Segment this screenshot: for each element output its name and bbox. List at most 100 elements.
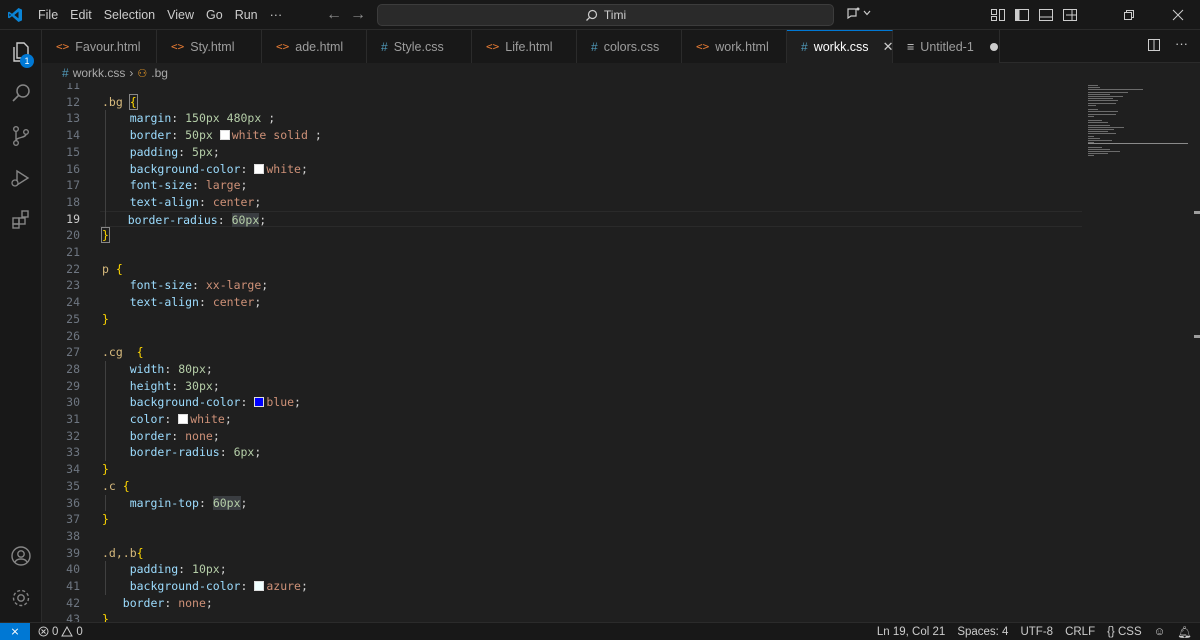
scrollbar-marker[interactable] bbox=[1194, 211, 1200, 214]
code-line[interactable]: .d,.b{ bbox=[102, 545, 144, 562]
tab-favour-html[interactable]: <> Favour.html bbox=[42, 30, 157, 63]
tab-life-html[interactable]: <> Life.html bbox=[472, 30, 577, 63]
run-debug-icon[interactable] bbox=[0, 158, 42, 198]
line-number: 18 bbox=[66, 194, 80, 209]
remote-indicator-icon[interactable]: ⨯ bbox=[0, 622, 30, 640]
back-arrow-icon[interactable]: ← bbox=[326, 6, 342, 24]
code-line[interactable]: border: none; bbox=[102, 595, 213, 612]
code-line[interactable]: padding: 5px; bbox=[102, 144, 220, 161]
code-line[interactable]: border-radius: 60px; bbox=[100, 210, 1082, 228]
language-mode[interactable]: {} CSS bbox=[1107, 626, 1142, 638]
close-tab-icon[interactable]: ✕ bbox=[883, 39, 894, 55]
code-line[interactable]: } bbox=[102, 311, 109, 328]
code-line[interactable]: font-size: xx-large; bbox=[102, 277, 269, 294]
code-line[interactable]: height: 30px; bbox=[102, 378, 220, 395]
tab-style-css[interactable]: # Style.css bbox=[367, 30, 472, 63]
color-swatch[interactable] bbox=[254, 163, 265, 174]
minimap[interactable] bbox=[1088, 83, 1200, 622]
code-line[interactable]: text-align: center; bbox=[102, 194, 262, 211]
code-token: : bbox=[240, 161, 255, 176]
menu-file[interactable]: File bbox=[32, 0, 64, 30]
code-line[interactable]: width: 80px; bbox=[102, 361, 213, 378]
minimap-line bbox=[1088, 151, 1120, 152]
tab-sty-html[interactable]: <> Sty.html bbox=[157, 30, 262, 63]
minimap-line bbox=[1088, 135, 1094, 137]
color-swatch[interactable] bbox=[254, 581, 265, 591]
color-swatch[interactable] bbox=[178, 414, 189, 424]
code-token: text-align bbox=[129, 194, 199, 209]
code-line[interactable]: background-color: blue; bbox=[102, 394, 301, 411]
code-line[interactable]: border-radius: 6px; bbox=[102, 444, 262, 461]
color-swatch[interactable] bbox=[219, 130, 230, 141]
copilot-status-icon[interactable]: ☺ bbox=[1154, 626, 1166, 638]
manage-gear-icon[interactable] bbox=[0, 578, 42, 618]
encoding[interactable]: UTF-8 bbox=[1020, 626, 1053, 638]
minimap-line bbox=[1088, 89, 1143, 91]
code-line[interactable]: } bbox=[102, 611, 109, 622]
close-window-icon[interactable] bbox=[1156, 0, 1200, 30]
extensions-icon[interactable] bbox=[0, 200, 42, 240]
more-actions-icon[interactable]: ··· bbox=[1175, 37, 1188, 52]
menu-more[interactable]: ··· bbox=[264, 0, 289, 30]
code-line[interactable]: margin: 150px 480px ; bbox=[102, 110, 275, 127]
code-line[interactable]: border: none; bbox=[102, 428, 220, 445]
tab-work-html[interactable]: <> work.html bbox=[682, 30, 787, 63]
code-line[interactable]: p { bbox=[102, 261, 123, 278]
code-line[interactable]: margin-top: 60px; bbox=[102, 495, 247, 512]
code-line[interactable]: .bg { bbox=[102, 93, 138, 111]
explorer-icon[interactable]: 1 bbox=[0, 32, 42, 72]
code-line[interactable]: } bbox=[102, 461, 109, 478]
minimap-line bbox=[1088, 91, 1128, 93]
split-editor-icon[interactable] bbox=[1147, 38, 1161, 52]
search-sidebar-icon[interactable] bbox=[0, 74, 42, 114]
line-number: 22 bbox=[66, 261, 80, 276]
menu-edit[interactable]: Edit bbox=[64, 0, 98, 30]
code-line[interactable]: } bbox=[101, 227, 110, 244]
code-line[interactable]: text-align: center; bbox=[102, 294, 262, 311]
code-token: 50px bbox=[185, 128, 220, 143]
command-center-search[interactable]: Timi bbox=[377, 4, 834, 26]
indentation[interactable]: Spaces: 4 bbox=[957, 626, 1008, 638]
menu-view[interactable]: View bbox=[161, 0, 200, 30]
minimize-icon[interactable] bbox=[1052, 0, 1090, 30]
color-swatch[interactable] bbox=[254, 397, 265, 408]
code-editor[interactable]: 11 12 13 14 15 16 17 18 19 20 21 22 23 24 25 26 27 28 29 30… bbox=[42, 83, 1200, 622]
code-line[interactable]: background-color: white; bbox=[102, 161, 308, 178]
code-line[interactable]: color: white; bbox=[102, 411, 232, 428]
code-line[interactable]: padding: 10px; bbox=[102, 561, 227, 578]
code-line[interactable]: } bbox=[102, 511, 109, 528]
tab-workk-css[interactable]: # workk.css ✕ bbox=[787, 30, 893, 63]
code-line[interactable]: border: 50px white solid ; bbox=[102, 127, 322, 144]
code-token: : bbox=[164, 361, 179, 376]
code-line[interactable]: background-color: azure; bbox=[102, 578, 308, 595]
minimap-viewport[interactable] bbox=[1088, 143, 1188, 144]
cursor-position[interactable]: Ln 19, Col 21 bbox=[877, 626, 945, 638]
customize-layout-icon[interactable] bbox=[990, 7, 1006, 23]
line-ending[interactable]: CRLF bbox=[1065, 626, 1095, 638]
problems-indicator[interactable]: 0 0 bbox=[38, 626, 83, 638]
menu-run[interactable]: Run bbox=[229, 0, 264, 30]
scrollbar-marker[interactable] bbox=[1194, 335, 1200, 338]
tab-ade-html[interactable]: <> ade.html bbox=[262, 30, 367, 63]
source-control-icon[interactable] bbox=[0, 116, 42, 156]
code-line[interactable]: .c { bbox=[102, 478, 130, 495]
line-number: 28 bbox=[66, 361, 80, 376]
tab-untitled-1[interactable]: ≡ Untitled-1 bbox=[893, 30, 1000, 63]
code-line[interactable]: font-size: large; bbox=[102, 177, 248, 194]
copilot-button[interactable] bbox=[845, 6, 871, 20]
menu-go[interactable]: Go bbox=[200, 0, 229, 30]
code-token: : bbox=[178, 144, 193, 159]
breadcrumb-symbol[interactable]: .bg bbox=[151, 66, 168, 80]
notifications-bell-icon[interactable]: 🔔︎ bbox=[1177, 625, 1192, 639]
breadcrumb-file[interactable]: workk.css bbox=[73, 66, 126, 80]
menu-selection[interactable]: Selection bbox=[98, 0, 161, 30]
restore-icon[interactable] bbox=[1110, 0, 1148, 30]
line-number: 23 bbox=[66, 278, 80, 293]
forward-arrow-icon[interactable]: → bbox=[350, 6, 366, 24]
code-line[interactable]: .cg { bbox=[102, 344, 144, 361]
code-area[interactable]: .bg { margin: 150px 480px ; border: 50px… bbox=[100, 83, 1102, 622]
tab-colors-css[interactable]: # colors.css bbox=[577, 30, 682, 63]
toggle-primary-sidebar-icon[interactable] bbox=[1014, 7, 1030, 23]
account-icon[interactable] bbox=[0, 536, 42, 576]
